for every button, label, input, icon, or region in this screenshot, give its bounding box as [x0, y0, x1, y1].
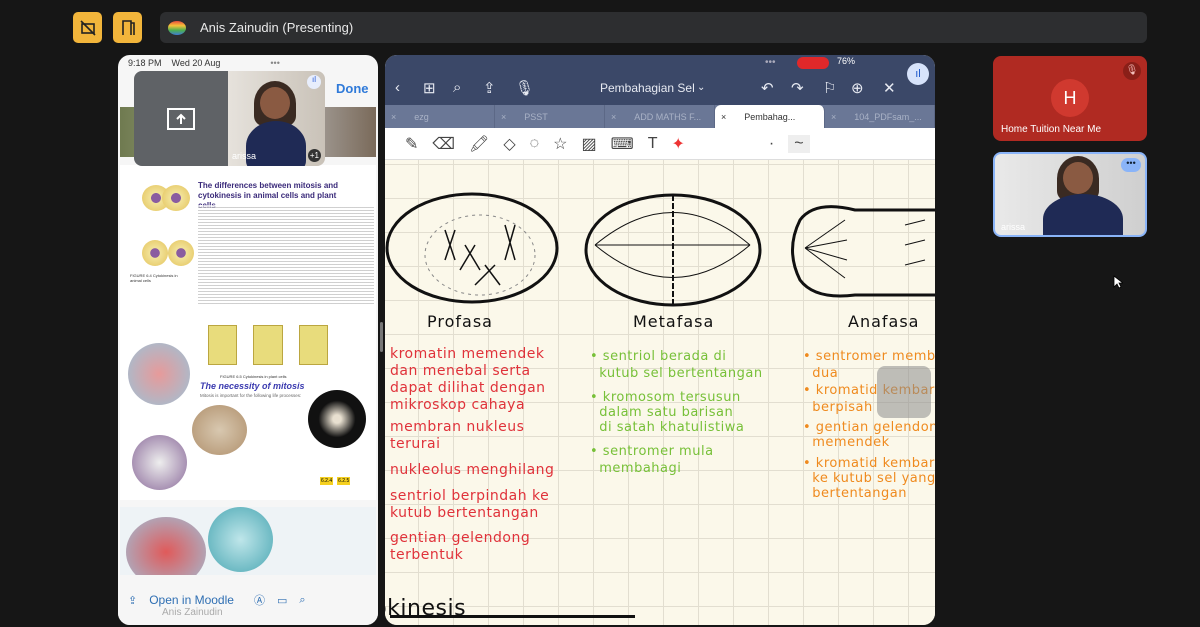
avatar: H	[1051, 79, 1089, 117]
share-screen-icon	[167, 107, 195, 130]
note-text: • gentian gelendong memendek	[803, 420, 935, 450]
notes-header: ••• 76% ‹ ⊞ ⌕ ⇪ 🎙︎ Pembahagian Sel ⌄ ↶ ↷…	[385, 55, 935, 105]
mouse-cursor-icon	[1113, 275, 1123, 289]
text-icon[interactable]: T	[648, 135, 658, 153]
drawing-toolbar: ✎ ⌫ 🖍︎ ◇ ◌ ☆ ▨ ⌨ T ✦ · ~	[385, 128, 935, 160]
more-count: +1	[307, 149, 321, 162]
textbook-page[interactable]: The differences between mitosis and cyto…	[120, 165, 376, 500]
sign-icon[interactable]: ▭	[277, 594, 287, 607]
presenter-avatar	[168, 20, 186, 35]
bottom-toolbar: ⇪ Open in Moodle Ⓐ ▭ ⌕ Anis Zainudin	[118, 575, 378, 625]
goodnotes-pane: ••• 76% ‹ ⊞ ⌕ ⇪ 🎙︎ Pembahagian Sel ⌄ ↶ ↷…	[385, 55, 935, 625]
ipad-textbook-pane: 9:18 PM Wed 20 Aug ••• The differences bet…	[118, 55, 378, 625]
tab[interactable]: × 104_PDFsam_...	[825, 105, 935, 128]
note-text: • sentriol berada di kutub sel bertentan…	[590, 349, 763, 381]
shapes-icon[interactable]: ◇	[503, 134, 515, 154]
microphone-icon[interactable]: 🎙︎	[515, 79, 534, 97]
audio-indicator-icon: ıl	[307, 75, 321, 89]
eraser-icon[interactable]: ⌫	[432, 134, 455, 154]
notebook-page[interactable]: Profasa Metafasa Anafasa kromatin memend…	[385, 160, 935, 625]
sharer-name: Anis Zainudin	[162, 607, 223, 618]
note-text: • sentromer mula membahagi	[590, 444, 714, 476]
tag: 6.2.5	[337, 477, 351, 485]
back-icon[interactable]: ‹	[395, 79, 400, 96]
note-text: sentriol berpindah ke kutub bertentangan	[390, 488, 550, 521]
stroke-style-icon[interactable]: ~	[788, 134, 810, 153]
redo-icon[interactable]: ↷	[791, 79, 804, 97]
metafasa-cell-drawing	[584, 193, 762, 307]
document-title[interactable]: Pembahagian Sel	[600, 81, 695, 95]
split-view-divider[interactable]	[380, 322, 383, 352]
open-in-moodle-button[interactable]: Open in Moodle	[149, 593, 234, 607]
keyboard-icon[interactable]: ⌨	[611, 134, 634, 154]
leave-button[interactable]	[113, 12, 142, 43]
done-button[interactable]: Done	[336, 81, 369, 96]
note-text: kromatin memendek dan menebal serta dapa…	[390, 346, 546, 413]
figure-caption: FIGURE 6.4 Cytokinesis in animal cells	[130, 273, 178, 283]
time: 9:18 PM	[128, 58, 162, 68]
tag: 6.2.4	[320, 477, 334, 485]
highlighter-icon[interactable]: 🖍︎	[469, 134, 489, 154]
figure-caption: FIGURE 6.5 Cytokinesis in plant cells	[220, 374, 287, 379]
bookmark-icon[interactable]: ⚐	[823, 79, 836, 97]
image-icon[interactable]: ▨	[582, 134, 597, 154]
tab-active[interactable]: × Pembahag...	[715, 105, 825, 128]
participant-name: arissa	[1001, 222, 1026, 232]
no-camera-icon	[79, 19, 96, 36]
participant-name: Home Tuition Near Me	[1001, 124, 1102, 135]
anafasa-cell-drawing	[791, 205, 935, 298]
phase-label: Profasa	[427, 312, 493, 331]
grid-icon[interactable]: ⊞	[423, 79, 436, 97]
pip-name: arissa	[232, 151, 257, 161]
note-text: • kromatid kembar ke kutub sel yang bert…	[803, 456, 935, 501]
participant-tile[interactable]: arissa •••	[993, 152, 1147, 237]
note-text: nukleolus menghilang	[390, 462, 555, 478]
presenting-bar: Anis Zainudin (Presenting)	[160, 12, 1147, 43]
recording-indicator	[797, 57, 829, 69]
tab[interactable]: × ADD MATHS F...	[605, 105, 715, 128]
sticker-icon[interactable]: ☆	[553, 134, 567, 154]
note-text: • kromosom tersusun dalam satu barisan d…	[590, 390, 745, 435]
heading-necessity: The necessity of mitosis	[200, 381, 305, 391]
dot-size-icon[interactable]: ·	[769, 135, 774, 153]
share-icon[interactable]: ⇪	[483, 79, 496, 97]
status-bar: 9:18 PM Wed 20 Aug •••	[128, 58, 280, 68]
search-icon[interactable]: ⌕	[453, 79, 461, 96]
phase-label: Metafasa	[633, 312, 715, 331]
document-tabs: × ezg × PSST × ADD MATHS F... × Pembahag... …	[385, 105, 935, 128]
audio-indicator-icon: ıl	[907, 63, 929, 85]
add-page-icon[interactable]: ⊕	[851, 79, 864, 97]
date: Wed 20 Aug	[171, 58, 221, 68]
picture-in-picture[interactable]: arissa +1 ıl	[134, 71, 325, 166]
more-options-icon[interactable]: •••	[1121, 158, 1141, 172]
share-icon[interactable]: ⇪	[128, 594, 137, 607]
phase-label: Anafasa	[848, 312, 920, 331]
profasa-cell-drawing	[385, 192, 559, 304]
presenter-title: Anis Zainudin (Presenting)	[200, 20, 354, 35]
note-text: membran nukleus terurai	[390, 419, 525, 452]
undo-icon[interactable]: ↶	[761, 79, 774, 97]
note-text: gentian gelendong terbentuk	[390, 530, 531, 563]
markup-icon[interactable]: Ⓐ	[254, 592, 265, 608]
laser-pointer-icon[interactable]: ✦	[672, 134, 685, 154]
battery-level: 76%	[837, 56, 856, 66]
tab[interactable]: × PSST	[495, 105, 605, 128]
textbook-next-page[interactable]	[120, 507, 376, 587]
close-icon[interactable]: ✕	[883, 79, 896, 97]
intro-text: Mitosis is important for the following l…	[200, 393, 302, 398]
pen-icon[interactable]: ✎	[405, 134, 418, 154]
tab[interactable]: × ezg	[385, 105, 495, 128]
mitosis-drawings	[385, 192, 935, 307]
chevron-down-icon[interactable]: ⌄	[697, 82, 705, 93]
camera-off-button[interactable]	[73, 12, 102, 43]
leave-door-icon	[121, 19, 135, 35]
mic-off-icon: 🎙︎	[1123, 62, 1141, 80]
participant-tile[interactable]: H 🎙︎ Home Tuition Near Me	[993, 56, 1147, 141]
floating-handle[interactable]	[877, 366, 931, 418]
search-icon[interactable]: ⌕	[299, 594, 305, 607]
lasso-icon[interactable]: ◌	[530, 135, 540, 153]
